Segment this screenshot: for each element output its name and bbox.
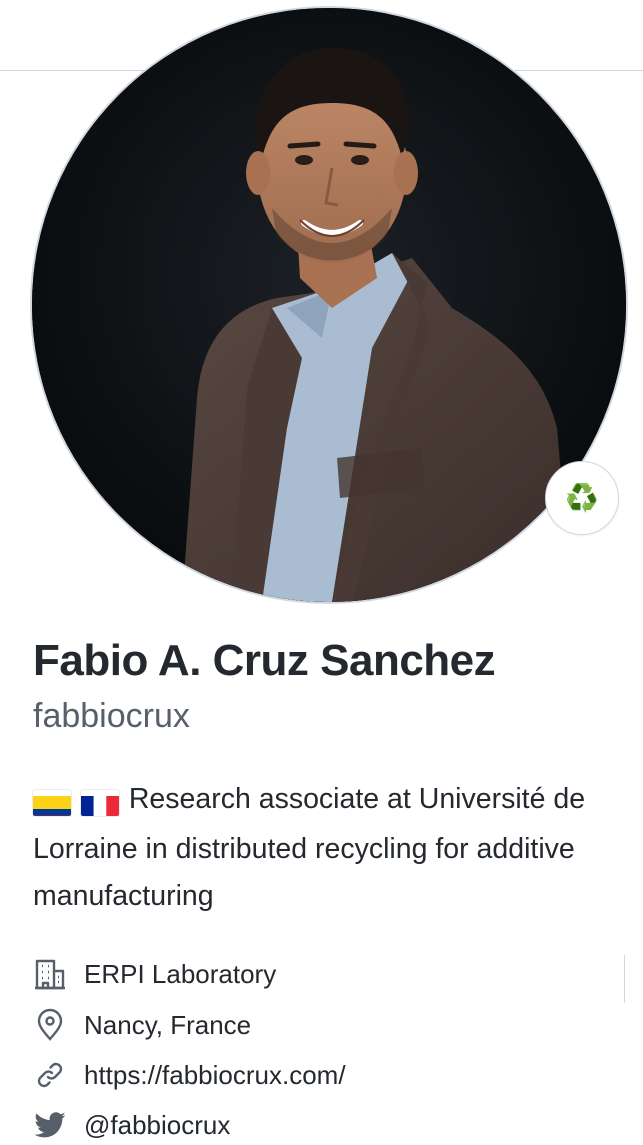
profile-bio: Research associate at Université de Lorr…: [33, 776, 608, 920]
twitter-bird-icon: [32, 1107, 68, 1143]
detail-organization: ERPI Laboratory: [32, 954, 276, 994]
status-badge[interactable]: ♻️: [545, 461, 619, 535]
website-link[interactable]: https://fabbiocrux.com/: [84, 1060, 346, 1091]
avatar-container: ♻️: [32, 8, 626, 602]
building-icon: [32, 956, 68, 992]
france-flag-icon: [80, 790, 119, 817]
location-pin-icon: [32, 1007, 68, 1043]
detail-twitter[interactable]: @fabbiocrux: [32, 1105, 230, 1145]
column-divider: [624, 955, 625, 1003]
recycle-icon: ♻️: [565, 482, 599, 514]
colombia-flag-icon: [33, 790, 71, 817]
detail-website[interactable]: https://fabbiocrux.com/: [32, 1055, 346, 1095]
twitter-link[interactable]: @fabbiocrux: [84, 1110, 230, 1141]
profile-fullname: Fabio A. Cruz Sanchez: [33, 636, 496, 685]
organization-text: ERPI Laboratory: [84, 958, 277, 989]
location-text: Nancy, France: [84, 1009, 252, 1040]
profile-username: fabbiocrux: [33, 697, 190, 735]
avatar-photo: [32, 8, 626, 602]
avatar[interactable]: [32, 8, 626, 602]
detail-location: Nancy, France: [32, 1005, 251, 1045]
link-icon: [32, 1057, 68, 1093]
bio-flags: [33, 779, 121, 826]
